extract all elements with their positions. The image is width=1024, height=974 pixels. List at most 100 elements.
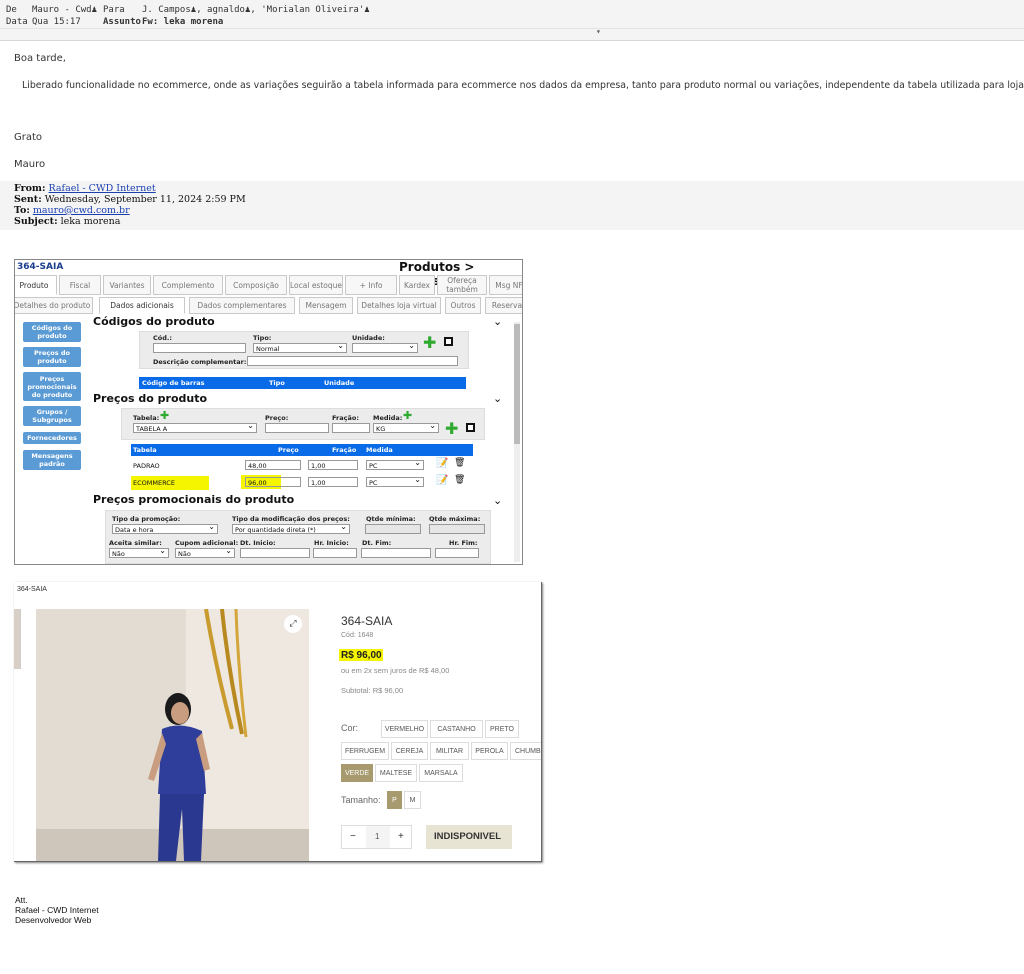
chevron-down-icon[interactable]: ⌄ xyxy=(493,315,502,328)
subject-value: Fw: leka morena xyxy=(142,17,224,27)
dt-inicio-input[interactable] xyxy=(240,548,310,558)
tab-composicao[interactable]: Composição xyxy=(225,275,287,295)
to-label: Para xyxy=(103,5,125,15)
sidebar-precos-produto[interactable]: Preços do produto xyxy=(23,347,81,367)
increase-qty-button[interactable]: + xyxy=(398,831,404,842)
tab-complemento[interactable]: Complemento xyxy=(153,275,223,295)
tipo-mod-select[interactable]: Por quantidade direta (*) xyxy=(232,524,350,534)
header-expander[interactable]: ▾ xyxy=(0,27,1024,39)
preco-input[interactable] xyxy=(265,423,329,433)
color-option-marsala[interactable]: MARSALA xyxy=(419,764,463,782)
price-row-fracao[interactable]: 1,00 xyxy=(308,460,358,470)
chevron-down-icon[interactable]: ⌄ xyxy=(493,392,502,405)
hr-fim-input[interactable] xyxy=(435,548,479,558)
aceita-similar-select[interactable]: Não xyxy=(109,548,169,558)
tab-kardex[interactable]: Kardex xyxy=(399,275,435,295)
tipo-select[interactable]: Normal xyxy=(253,343,347,353)
cod-input[interactable] xyxy=(153,343,246,353)
size-option-m[interactable]: M xyxy=(404,791,421,809)
color-option-preto[interactable]: PRETO xyxy=(485,720,519,738)
tab-dados-complementares[interactable]: Dados complementares xyxy=(189,297,295,314)
color-option-militar[interactable]: MILITAR xyxy=(430,742,469,760)
color-option-verde[interactable]: VERDE xyxy=(341,764,373,782)
tab-detalhes-loja-virtual[interactable]: Detalhes loja virtual xyxy=(357,297,441,314)
hr-inicio-input[interactable] xyxy=(313,548,357,558)
price-row-preco[interactable]: 48,00 xyxy=(245,460,301,470)
save-code-icon[interactable] xyxy=(444,337,453,346)
tab-produto[interactable]: Produto xyxy=(15,275,57,295)
product-code: Cód: 1648 xyxy=(341,632,374,639)
color-option-vermelho[interactable]: VERMELHO xyxy=(381,720,428,738)
quantity-input[interactable]: 1 xyxy=(375,832,379,841)
add-price-icon[interactable]: ✚ xyxy=(445,419,458,438)
sidebar-grupos-subgrupos[interactable]: Grupos / Subgrupos xyxy=(23,406,81,426)
color-option-ferrugem[interactable]: FERRUGEM xyxy=(341,742,389,760)
tabela-select[interactable]: TABELA A xyxy=(133,423,257,433)
price-row-fracao[interactable]: 1,00 xyxy=(308,477,358,487)
qtde-max-label: Qtde máxima: xyxy=(429,515,481,523)
date-value: Qua 15:17 xyxy=(32,17,81,27)
desc-complementar-input[interactable] xyxy=(247,356,458,366)
qtde-max-input[interactable] xyxy=(429,524,485,534)
color-option-cereja[interactable]: CEREJA xyxy=(391,742,428,760)
erp-product-screen: 364-SAIA Produtos > Cadastro Produto Fis… xyxy=(14,259,523,565)
qtde-min-input[interactable] xyxy=(365,524,421,534)
tab-detalhes-produto[interactable]: Detalhes do produto xyxy=(15,297,93,314)
cupom-select[interactable]: Não xyxy=(175,548,235,558)
scrollbar[interactable] xyxy=(514,322,520,562)
chevron-down-icon[interactable]: ⌄ xyxy=(493,494,502,507)
thumbnail[interactable] xyxy=(14,609,21,669)
sidebar-codigos-produto[interactable]: Códigos do produto xyxy=(23,322,81,342)
add-tabela-icon[interactable]: ✚ xyxy=(160,409,169,422)
color-option-chumbo[interactable]: CHUMBO xyxy=(510,742,541,760)
price-row-medida[interactable]: PC xyxy=(366,477,424,487)
tipo-promo-label: Tipo da promoção: xyxy=(112,515,181,523)
edit-icon[interactable]: 📝 xyxy=(436,458,448,469)
tab-variantes[interactable]: Variantes xyxy=(103,275,151,295)
sidebar-fornecedores[interactable]: Fornecedores xyxy=(23,432,81,444)
expand-icon[interactable]: ⤢ xyxy=(284,615,302,633)
tab-dados-adicionais[interactable]: Dados adicionais xyxy=(99,297,185,314)
decrease-qty-button[interactable]: − xyxy=(350,831,356,842)
fwd-to-link[interactable]: mauro@cwd.com.br xyxy=(33,205,130,216)
color-option-perola[interactable]: PEROLA xyxy=(471,742,508,760)
save-price-icon[interactable] xyxy=(466,423,475,432)
price-row-preco[interactable]: 96,00 xyxy=(245,477,301,487)
color-label: Cor: xyxy=(341,723,359,733)
color-option-castanho[interactable]: CASTANHO xyxy=(430,720,483,738)
unavailable-button[interactable]: INDISPONIVEL xyxy=(426,825,512,849)
edit-icon[interactable]: 📝 xyxy=(436,475,448,486)
price-row-medida[interactable]: PC xyxy=(366,460,424,470)
tab-ofereca-tambem[interactable]: Ofereça também xyxy=(437,275,487,295)
trash-icon[interactable]: 🗑 xyxy=(454,475,465,485)
tipo-promo-select[interactable]: Data e hora xyxy=(112,524,218,534)
tab-mensagem[interactable]: Mensagem xyxy=(299,297,353,314)
medida-select[interactable]: KG xyxy=(373,423,439,433)
tab-local-estoque[interactable]: Local estoque xyxy=(289,275,343,295)
fracao-input[interactable] xyxy=(332,423,370,433)
trash-icon[interactable]: 🗑 xyxy=(454,458,465,468)
add-medida-icon[interactable]: ✚ xyxy=(403,409,412,422)
fwd-from-link[interactable]: Rafael - CWD Internet xyxy=(49,183,156,194)
tab-fiscal[interactable]: Fiscal xyxy=(59,275,101,295)
unidade-select[interactable] xyxy=(352,343,418,353)
size-option-p[interactable]: P xyxy=(387,791,402,809)
product-image[interactable]: ⤢ xyxy=(36,609,309,861)
hr-inicio-label: Hr. Inicio: xyxy=(314,539,349,547)
from-value[interactable]: Mauro - Cwd♟ xyxy=(32,4,97,16)
sidebar-mensagens-padrao[interactable]: Mensagens padrão xyxy=(23,450,81,470)
tab-outros[interactable]: Outros xyxy=(445,297,481,314)
tab-reserva[interactable]: Reserva xyxy=(485,297,522,314)
sidebar-precos-promocionais[interactable]: Preços promocionais do produto xyxy=(23,372,81,401)
size-label: Tamanho: xyxy=(341,795,381,805)
fwd-subject-value: leka morena xyxy=(60,216,121,227)
add-code-icon[interactable]: ✚ xyxy=(423,333,436,352)
color-option-maltese[interactable]: MALTESE xyxy=(375,764,417,782)
tab-mais-info[interactable]: + Info xyxy=(345,275,397,295)
section-promo-title: Preços promocionais do produto xyxy=(93,493,295,506)
to-value[interactable]: J. Campos♟, agnaldo♟, 'Morialan Oliveira… xyxy=(142,4,370,16)
scrollbar-thumb[interactable] xyxy=(514,324,520,444)
fwd-sent-value: Wednesday, September 11, 2024 2:59 PM xyxy=(44,194,246,205)
tab-msg-nf[interactable]: Msg NF xyxy=(489,275,522,295)
dt-fim-input[interactable] xyxy=(361,548,431,558)
